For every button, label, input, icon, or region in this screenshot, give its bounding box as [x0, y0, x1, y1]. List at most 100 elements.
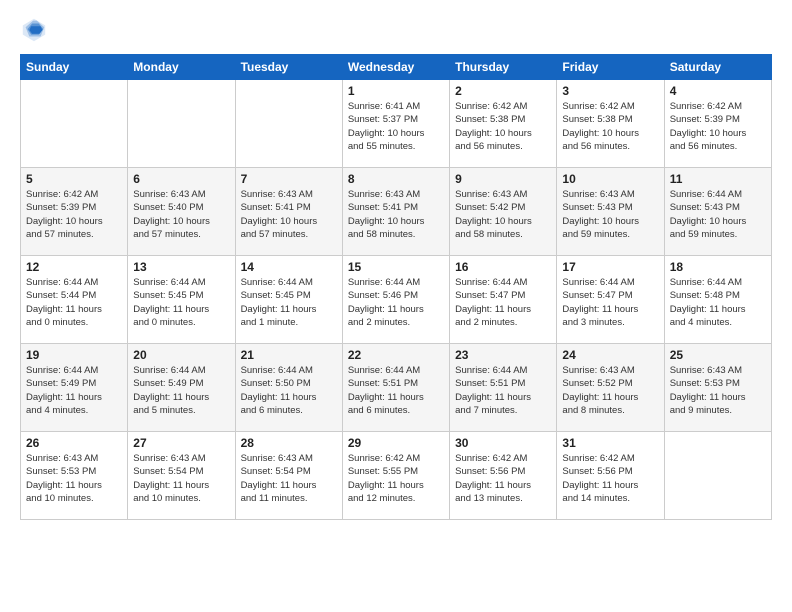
day-number: 20	[133, 348, 229, 362]
day-header-saturday: Saturday	[664, 55, 771, 80]
day-cell: 2 Sunrise: 6:42 AM Sunset: 5:38 PM Daylig…	[450, 80, 557, 168]
day-number: 16	[455, 260, 551, 274]
day-header-wednesday: Wednesday	[342, 55, 449, 80]
day-info: Sunrise: 6:44 AM Sunset: 5:51 PM Dayligh…	[455, 364, 551, 417]
day-cell: 28 Sunrise: 6:43 AM Sunset: 5:54 PM Dayli…	[235, 432, 342, 520]
day-cell: 30 Sunrise: 6:42 AM Sunset: 5:56 PM Dayli…	[450, 432, 557, 520]
week-row-3: 12 Sunrise: 6:44 AM Sunset: 5:44 PM Dayli…	[21, 256, 772, 344]
day-cell: 25Sunrise: 6:43 AM Sunset: 5:53 PM Dayli…	[664, 344, 771, 432]
week-row-5: 26 Sunrise: 6:43 AM Sunset: 5:53 PM Dayli…	[21, 432, 772, 520]
day-info: Sunrise: 6:43 AM Sunset: 5:41 PM Dayligh…	[348, 188, 444, 241]
day-info: Sunrise: 6:44 AM Sunset: 5:47 PM Dayligh…	[562, 276, 658, 329]
day-number: 17	[562, 260, 658, 274]
day-number: 5	[26, 172, 122, 186]
day-cell: 22 Sunrise: 6:44 AM Sunset: 5:51 PM Dayli…	[342, 344, 449, 432]
day-info: Sunrise: 6:44 AM Sunset: 5:47 PM Dayligh…	[455, 276, 551, 329]
day-info: Sunrise: 6:44 AM Sunset: 5:45 PM Dayligh…	[241, 276, 337, 329]
day-info: Sunrise: 6:42 AM Sunset: 5:55 PM Dayligh…	[348, 452, 444, 505]
day-number: 1	[348, 84, 444, 98]
day-number: 22	[348, 348, 444, 362]
day-info: Sunrise: 6:44 AM Sunset: 5:50 PM Dayligh…	[241, 364, 337, 417]
day-info: Sunrise: 6:44 AM Sunset: 5:48 PM Dayligh…	[670, 276, 766, 329]
day-info: Sunrise: 6:43 AM Sunset: 5:43 PM Dayligh…	[562, 188, 658, 241]
day-info: Sunrise: 6:44 AM Sunset: 5:45 PM Dayligh…	[133, 276, 229, 329]
day-info: Sunrise: 6:44 AM Sunset: 5:49 PM Dayligh…	[26, 364, 122, 417]
day-cell: 18 Sunrise: 6:44 AM Sunset: 5:48 PM Dayli…	[664, 256, 771, 344]
day-number: 9	[455, 172, 551, 186]
day-info: Sunrise: 6:43 AM Sunset: 5:40 PM Dayligh…	[133, 188, 229, 241]
day-cell: 12 Sunrise: 6:44 AM Sunset: 5:44 PM Dayli…	[21, 256, 128, 344]
day-info: Sunrise: 6:41 AM Sunset: 5:37 PM Dayligh…	[348, 100, 444, 153]
day-cell	[235, 80, 342, 168]
day-info: Sunrise: 6:44 AM Sunset: 5:51 PM Dayligh…	[348, 364, 444, 417]
day-cell	[128, 80, 235, 168]
week-row-1: 1 Sunrise: 6:41 AM Sunset: 5:37 PM Daylig…	[21, 80, 772, 168]
day-number: 18	[670, 260, 766, 274]
day-number: 30	[455, 436, 551, 450]
day-info: Sunrise: 6:44 AM Sunset: 5:49 PM Dayligh…	[133, 364, 229, 417]
day-info: Sunrise: 6:42 AM Sunset: 5:38 PM Dayligh…	[562, 100, 658, 153]
day-cell: 13Sunrise: 6:44 AM Sunset: 5:45 PM Dayli…	[128, 256, 235, 344]
week-row-2: 5 Sunrise: 6:42 AM Sunset: 5:39 PM Daylig…	[21, 168, 772, 256]
day-info: Sunrise: 6:44 AM Sunset: 5:44 PM Dayligh…	[26, 276, 122, 329]
day-number: 11	[670, 172, 766, 186]
day-cell: 21 Sunrise: 6:44 AM Sunset: 5:50 PM Dayli…	[235, 344, 342, 432]
day-number: 29	[348, 436, 444, 450]
day-cell: 3 Sunrise: 6:42 AM Sunset: 5:38 PM Daylig…	[557, 80, 664, 168]
day-number: 26	[26, 436, 122, 450]
day-header-thursday: Thursday	[450, 55, 557, 80]
day-cell: 31 Sunrise: 6:42 AM Sunset: 5:56 PM Dayli…	[557, 432, 664, 520]
day-info: Sunrise: 6:42 AM Sunset: 5:56 PM Dayligh…	[562, 452, 658, 505]
day-number: 14	[241, 260, 337, 274]
day-header-monday: Monday	[128, 55, 235, 80]
day-cell: 7 Sunrise: 6:43 AM Sunset: 5:41 PM Daylig…	[235, 168, 342, 256]
day-cell: 8 Sunrise: 6:43 AM Sunset: 5:41 PM Daylig…	[342, 168, 449, 256]
day-info: Sunrise: 6:42 AM Sunset: 5:38 PM Dayligh…	[455, 100, 551, 153]
day-cell	[21, 80, 128, 168]
day-info: Sunrise: 6:43 AM Sunset: 5:42 PM Dayligh…	[455, 188, 551, 241]
day-info: Sunrise: 6:43 AM Sunset: 5:54 PM Dayligh…	[241, 452, 337, 505]
day-number: 7	[241, 172, 337, 186]
header	[20, 16, 772, 44]
logo-icon	[20, 16, 48, 44]
day-number: 4	[670, 84, 766, 98]
day-cell: 23Sunrise: 6:44 AM Sunset: 5:51 PM Dayli…	[450, 344, 557, 432]
day-cell	[664, 432, 771, 520]
day-number: 21	[241, 348, 337, 362]
day-number: 15	[348, 260, 444, 274]
day-number: 6	[133, 172, 229, 186]
day-info: Sunrise: 6:42 AM Sunset: 5:56 PM Dayligh…	[455, 452, 551, 505]
day-number: 31	[562, 436, 658, 450]
day-cell: 5 Sunrise: 6:42 AM Sunset: 5:39 PM Daylig…	[21, 168, 128, 256]
day-cell: 1 Sunrise: 6:41 AM Sunset: 5:37 PM Daylig…	[342, 80, 449, 168]
day-number: 24	[562, 348, 658, 362]
day-info: Sunrise: 6:43 AM Sunset: 5:41 PM Dayligh…	[241, 188, 337, 241]
day-info: Sunrise: 6:42 AM Sunset: 5:39 PM Dayligh…	[26, 188, 122, 241]
day-number: 10	[562, 172, 658, 186]
day-number: 8	[348, 172, 444, 186]
day-cell: 10 Sunrise: 6:43 AM Sunset: 5:43 PM Dayli…	[557, 168, 664, 256]
day-header-tuesday: Tuesday	[235, 55, 342, 80]
day-number: 12	[26, 260, 122, 274]
day-number: 2	[455, 84, 551, 98]
day-cell: 24Sunrise: 6:43 AM Sunset: 5:52 PM Dayli…	[557, 344, 664, 432]
calendar-table: SundayMondayTuesdayWednesdayThursdayFrid…	[20, 54, 772, 520]
day-number: 3	[562, 84, 658, 98]
logo	[20, 16, 50, 44]
days-header-row: SundayMondayTuesdayWednesdayThursdayFrid…	[21, 55, 772, 80]
day-info: Sunrise: 6:43 AM Sunset: 5:53 PM Dayligh…	[26, 452, 122, 505]
day-cell: 26 Sunrise: 6:43 AM Sunset: 5:53 PM Dayli…	[21, 432, 128, 520]
day-number: 27	[133, 436, 229, 450]
day-cell: 16 Sunrise: 6:44 AM Sunset: 5:47 PM Dayli…	[450, 256, 557, 344]
day-cell: 9 Sunrise: 6:43 AM Sunset: 5:42 PM Daylig…	[450, 168, 557, 256]
day-info: Sunrise: 6:44 AM Sunset: 5:43 PM Dayligh…	[670, 188, 766, 241]
day-info: Sunrise: 6:43 AM Sunset: 5:54 PM Dayligh…	[133, 452, 229, 505]
day-info: Sunrise: 6:44 AM Sunset: 5:46 PM Dayligh…	[348, 276, 444, 329]
day-cell: 4Sunrise: 6:42 AM Sunset: 5:39 PM Daylig…	[664, 80, 771, 168]
day-info: Sunrise: 6:43 AM Sunset: 5:53 PM Dayligh…	[670, 364, 766, 417]
day-cell: 11 Sunrise: 6:44 AM Sunset: 5:43 PM Dayli…	[664, 168, 771, 256]
day-cell: 14 Sunrise: 6:44 AM Sunset: 5:45 PM Dayli…	[235, 256, 342, 344]
day-cell: 29 Sunrise: 6:42 AM Sunset: 5:55 PM Dayli…	[342, 432, 449, 520]
day-number: 28	[241, 436, 337, 450]
day-number: 19	[26, 348, 122, 362]
